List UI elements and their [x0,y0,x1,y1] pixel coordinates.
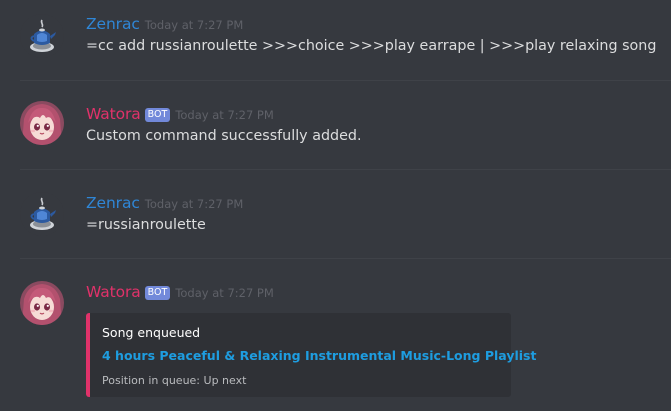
message-header: Zenrac Today at 7:27 PM [86,193,243,212]
message-content: =russianroulette [86,217,206,233]
embed-author: Song enqueued [102,325,201,340]
username[interactable]: Zenrac [86,15,140,33]
message-content: =cc add russianroulette >>>choice >>>pla… [86,38,657,54]
timestamp: Today at 7:27 PM [144,18,244,32]
message-header: Watora BOT Today at 7:27 PM [86,104,274,124]
message-header: Zenrac Today at 7:27 PM [86,14,243,33]
anime-girl-avatar-icon[interactable] [20,281,64,325]
timestamp: Today at 7:27 PM [175,108,274,122]
timestamp: Today at 7:27 PM [175,286,274,300]
message-divider [20,80,671,81]
message-divider [20,258,671,259]
message-divider [20,169,671,170]
message-content: Custom command successfully added. [86,128,362,144]
anime-girl-avatar-icon[interactable] [20,101,64,145]
username[interactable]: Watora [86,283,141,301]
bot-tag-badge: BOT [144,286,171,300]
timestamp: Today at 7:27 PM [144,197,244,211]
bot-tag-badge: BOT [144,108,171,122]
teapot-avatar-icon[interactable] [20,192,64,236]
embed-queue-position: Position in queue: Up next [102,374,247,387]
song-embed: Song enqueued 4 hours Peaceful & Relaxin… [86,313,536,397]
message-header: Watora BOT Today at 7:27 PM [86,282,274,302]
teapot-avatar-icon[interactable] [20,14,64,58]
username[interactable]: Zenrac [86,194,140,212]
embed-title-link[interactable]: 4 hours Peaceful & Relaxing Instrumental… [102,348,536,363]
username[interactable]: Watora [86,105,141,123]
